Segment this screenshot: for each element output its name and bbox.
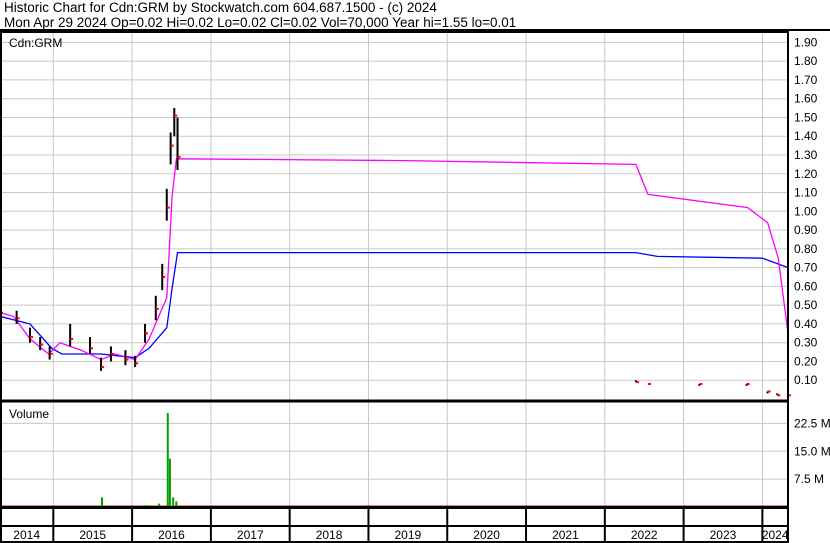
close-tick: [777, 394, 781, 397]
close-tick: [647, 382, 651, 385]
price-tick-label: 0.30: [794, 336, 818, 350]
volume-bar: [172, 497, 175, 507]
price-tick-label: 0.60: [794, 279, 818, 293]
price-tick-label: 1.80: [794, 54, 818, 68]
year-label: 2014: [13, 528, 40, 542]
volume-bar: [168, 458, 171, 507]
volume-panel-title: Volume: [9, 407, 49, 421]
stock-chart: 1.90 1.80 1.70 1.60 1.50 1.40 1.30 1.20 1.10 1.00…: [0, 31, 830, 543]
close-tick: [145, 332, 149, 335]
price-tick-label: 0.90: [794, 223, 818, 237]
close-tick: [767, 390, 771, 393]
price-tick-label: 0.20: [794, 354, 818, 368]
price-tick-label: 1.60: [794, 92, 818, 106]
volume-tick-label: 7.5 M: [794, 472, 824, 486]
chart-frame: 2014 2015 2016 2017 2018 2019 2020 2021 2022 2023…: [0, 31, 789, 543]
year-label: 2019: [394, 528, 421, 542]
year-label: 2021: [552, 528, 579, 542]
close-tick: [155, 307, 159, 310]
year-label: 2017: [237, 528, 264, 542]
grid: 1.90 1.80 1.70 1.60 1.50 1.40 1.30 1.20 1.10 1.00…: [0, 33, 830, 507]
close-tick: [49, 352, 53, 355]
close-tick: [170, 144, 174, 147]
volume-bar: [166, 413, 169, 507]
price-tick-label: 0.80: [794, 242, 818, 256]
price-tick-label: 0.50: [794, 298, 818, 312]
price-tick-label: 1.10: [794, 186, 818, 200]
year-label: 2023: [710, 528, 737, 542]
close-tick: [135, 362, 139, 365]
volume-bar: [101, 497, 104, 507]
price-tick-label: 0.70: [794, 261, 818, 275]
price-tick-label: 1.50: [794, 110, 818, 124]
year-label: 2016: [158, 528, 185, 542]
close-tick: [40, 343, 44, 346]
plot-border: [0, 31, 789, 508]
price-panel-title: Cdn:GRM: [9, 36, 62, 50]
close-tick: [16, 317, 20, 320]
close-tick: [30, 336, 34, 339]
close-tick: [162, 276, 166, 278]
close-tick: [110, 352, 114, 355]
year-label: 2015: [79, 528, 106, 542]
price-tick-label: 0.10: [794, 373, 818, 387]
price-tick-label: 1.70: [794, 73, 818, 87]
price-tick-label: 0.40: [794, 317, 818, 331]
volume-tick-label: 22.5 M: [794, 416, 830, 430]
price-tick-label: 1.20: [794, 167, 818, 181]
price-tick-label: 1.90: [794, 35, 818, 49]
year-label: 2024: [762, 528, 789, 542]
price-tick-label: 1.40: [794, 129, 818, 143]
close-tick: [174, 114, 178, 117]
close-tick: [101, 366, 105, 369]
chart-marks: [0, 108, 791, 507]
volume-tick-label: 15.0 M: [794, 444, 830, 458]
short-moving-average-line: [0, 158, 789, 361]
close-tick: [635, 381, 639, 384]
year-label: 2018: [316, 528, 343, 542]
close-tick: [746, 382, 750, 385]
close-tick: [699, 382, 703, 385]
close-tick: [125, 358, 129, 361]
close-tick: [70, 337, 74, 340]
year-label: 2022: [631, 528, 658, 542]
price-tick-label: 1.00: [794, 204, 818, 218]
close-tick: [90, 347, 94, 350]
close-tick: [166, 206, 170, 209]
price-tick-label: 1.30: [794, 148, 818, 162]
close-tick: [177, 155, 181, 158]
year-label: 2020: [473, 528, 500, 542]
